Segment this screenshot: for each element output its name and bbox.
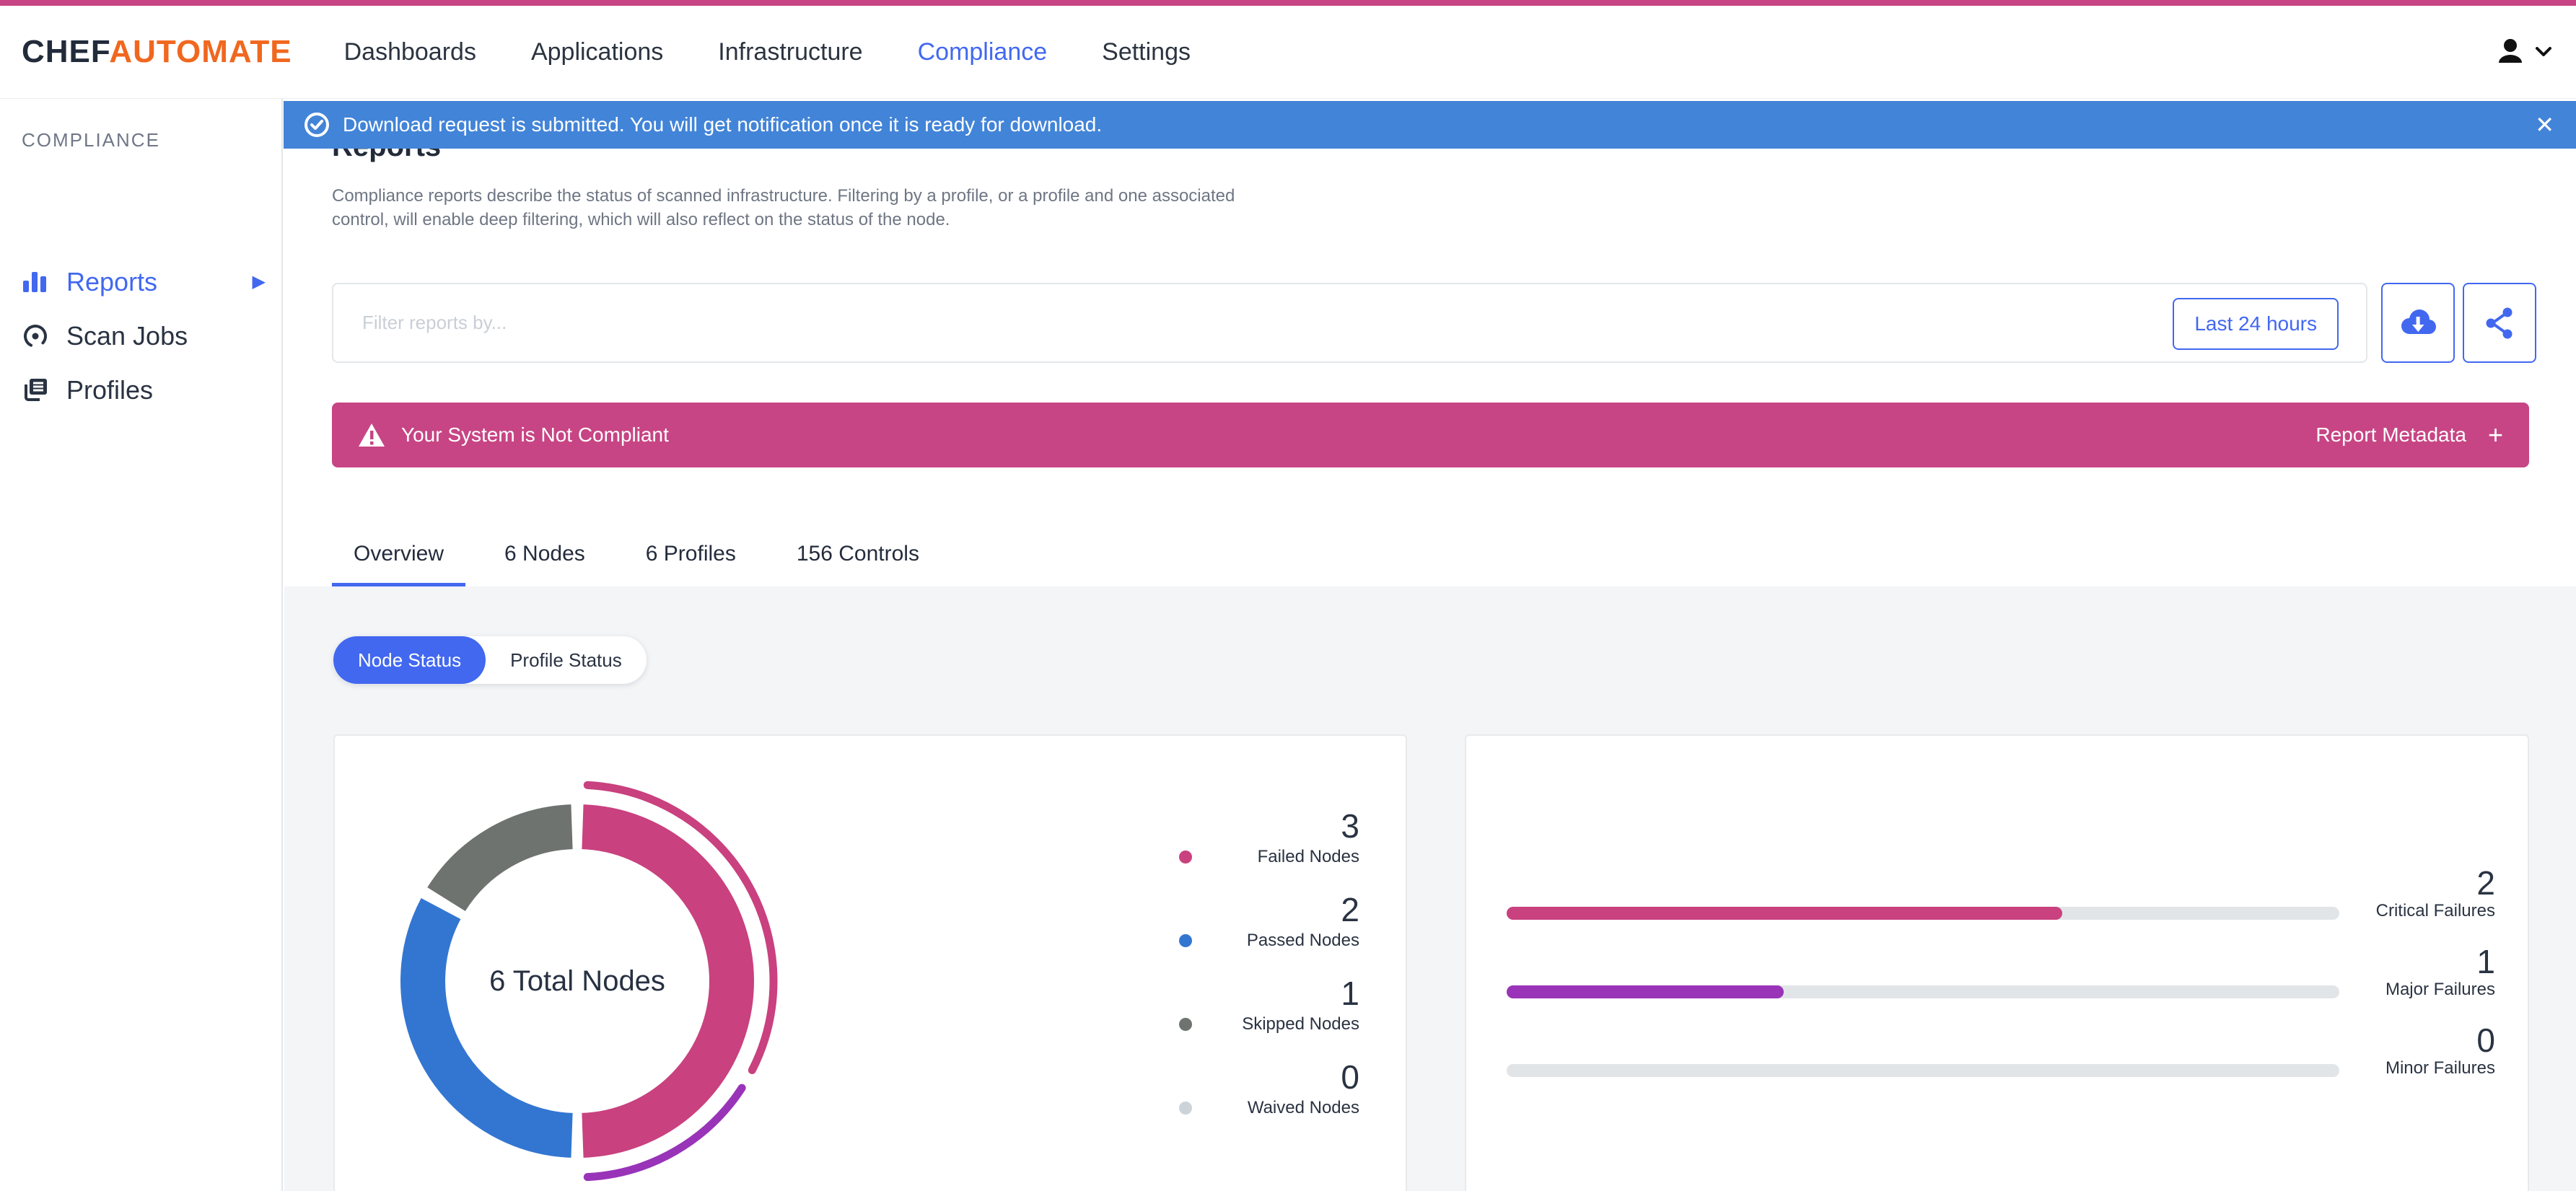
plus-icon: + xyxy=(2487,420,2503,449)
sidebar-item-profiles[interactable]: Profiles xyxy=(0,363,281,417)
failed-dot-icon xyxy=(1179,851,1192,863)
sidebar-item-label: Profiles xyxy=(66,374,154,405)
legend-failed-nodes[interactable]: 3 Failed Nodes xyxy=(1179,808,1359,867)
legend-waived-nodes[interactable]: 0 Waived Nodes xyxy=(1179,1059,1359,1118)
report-tabs: Overview 6 Nodes 6 Profiles 156 Controls xyxy=(332,524,958,586)
sidebar-item-label: Reports xyxy=(66,266,158,296)
profiles-doc-icon xyxy=(20,376,51,405)
radar-icon xyxy=(20,322,51,351)
status-toggle: Node Status Profile Status xyxy=(333,636,647,684)
chevron-down-icon xyxy=(2536,47,2551,57)
bar-label: Critical Failures xyxy=(2375,901,2495,920)
node-status-pill[interactable]: Node Status xyxy=(333,636,486,684)
waived-dot-icon xyxy=(1179,1102,1192,1115)
notification-banner: Download request is submitted. You will … xyxy=(284,101,2576,149)
nav-applications[interactable]: Applications xyxy=(531,38,663,66)
notification-message: Download request is submitted. You will … xyxy=(343,113,1103,136)
failed-nodes-count: 3 xyxy=(1341,807,1359,845)
sidebar-section-label: COMPLIANCE xyxy=(22,129,160,151)
legend-label: Passed Nodes xyxy=(1246,931,1359,950)
alert-message: Your System is Not Compliant xyxy=(401,423,669,446)
node-status-donut-card: 6 Total Nodes 3 Failed Nodes 2 Passed No… xyxy=(333,734,1407,1191)
tab-overview[interactable]: Overview xyxy=(332,524,466,586)
warning-triangle-icon xyxy=(358,423,385,447)
major-bar-fill xyxy=(1507,985,1784,998)
legend-label: Skipped Nodes xyxy=(1242,1014,1359,1034)
download-report-button[interactable] xyxy=(2381,283,2455,363)
critical-bar-fill xyxy=(1507,907,2062,920)
time-range-button[interactable]: Last 24 hours xyxy=(2173,298,2339,350)
close-icon[interactable]: ✕ xyxy=(2531,113,2559,136)
sidebar-item-reports[interactable]: Reports ▶ xyxy=(0,255,281,309)
cloud-download-icon xyxy=(2398,307,2438,339)
node-status-donut-chart[interactable] xyxy=(361,765,794,1191)
check-circle-icon xyxy=(304,112,330,138)
minor-failures-count: 0 xyxy=(2476,1021,2495,1059)
share-icon xyxy=(2484,306,2515,340)
bar-label: Minor Failures xyxy=(2385,1058,2495,1078)
passed-dot-icon xyxy=(1179,934,1192,947)
critical-failures-count: 2 xyxy=(2476,864,2495,902)
skipped-nodes-count: 1 xyxy=(1341,975,1359,1012)
logo-automate-text: AUTOMATE xyxy=(109,34,292,69)
legend-passed-nodes[interactable]: 2 Passed Nodes xyxy=(1179,892,1359,951)
bar-label: Major Failures xyxy=(2385,980,2495,999)
overview-section: Node Status Profile Status 6 Total Nodes… xyxy=(284,586,2576,1191)
failure-severity-card: 2 Critical Failures 1 Major Failures 0 M… xyxy=(1465,734,2529,1191)
legend-label: Failed Nodes xyxy=(1257,847,1359,866)
nav-dashboards[interactable]: Dashboards xyxy=(344,38,476,66)
reports-main: Reports Compliance reports describe the … xyxy=(284,99,2576,1191)
profile-status-pill[interactable]: Profile Status xyxy=(486,636,647,684)
top-navbar: CHEFAUTOMATE Dashboards Applications Inf… xyxy=(0,6,2576,99)
nav-compliance[interactable]: Compliance xyxy=(918,38,1048,66)
waived-nodes-count: 0 xyxy=(1341,1058,1359,1096)
skipped-dot-icon xyxy=(1179,1018,1192,1031)
chef-automate-app: CHEFAUTOMATE Dashboards Applications Inf… xyxy=(0,0,2576,1191)
share-report-button[interactable] xyxy=(2463,283,2536,363)
nav-infrastructure[interactable]: Infrastructure xyxy=(718,38,862,66)
legend-label: Waived Nodes xyxy=(1247,1098,1359,1117)
donut-legend: 3 Failed Nodes 2 Passed Nodes 1 Skipped … xyxy=(1179,808,1359,1143)
filter-placeholder: Filter reports by... xyxy=(362,312,507,333)
chef-automate-logo[interactable]: CHEFAUTOMATE xyxy=(22,34,292,70)
tab-profiles[interactable]: 6 Profiles xyxy=(624,524,758,586)
sidebar-item-label: Scan Jobs xyxy=(66,320,188,351)
bar-chart-icon xyxy=(20,269,51,295)
user-menu[interactable] xyxy=(2494,35,2551,69)
user-icon xyxy=(2494,35,2527,69)
report-metadata-label: Report Metadata xyxy=(2316,423,2466,446)
top-accent-stripe xyxy=(0,0,2576,6)
nav-settings[interactable]: Settings xyxy=(1102,38,1191,66)
tab-nodes[interactable]: 6 Nodes xyxy=(483,524,607,586)
major-failures-row[interactable]: 1 Major Failures xyxy=(1507,944,2495,1024)
critical-failures-row[interactable]: 2 Critical Failures xyxy=(1507,866,2495,945)
tab-controls[interactable]: 156 Controls xyxy=(775,524,941,586)
not-compliant-banner: Your System is Not Compliant Report Meta… xyxy=(332,403,2529,467)
minor-failures-row[interactable]: 0 Minor Failures xyxy=(1507,1023,2495,1102)
legend-skipped-nodes[interactable]: 1 Skipped Nodes xyxy=(1179,975,1359,1034)
sidebar-item-scan-jobs[interactable]: Scan Jobs xyxy=(0,309,281,363)
logo-chef-text: CHEF xyxy=(22,34,110,69)
compliance-sidebar: COMPLIANCE Reports ▶ Scan Jobs Profiles xyxy=(0,99,283,1191)
bar-track xyxy=(1507,1064,2339,1077)
passed-nodes-count: 2 xyxy=(1341,891,1359,928)
primary-nav: Dashboards Applications Infrastructure C… xyxy=(344,38,1191,66)
arrow-right-icon: ▶ xyxy=(252,272,266,291)
report-metadata-toggle[interactable]: Report Metadata + xyxy=(2316,420,2503,450)
bar-track xyxy=(1507,985,2339,998)
filter-reports-input[interactable]: Filter reports by... Last 24 hours xyxy=(332,283,2367,363)
major-failures-count: 1 xyxy=(2476,943,2495,980)
page-description: Compliance reports describe the status o… xyxy=(332,186,1235,229)
bar-track xyxy=(1507,907,2339,920)
